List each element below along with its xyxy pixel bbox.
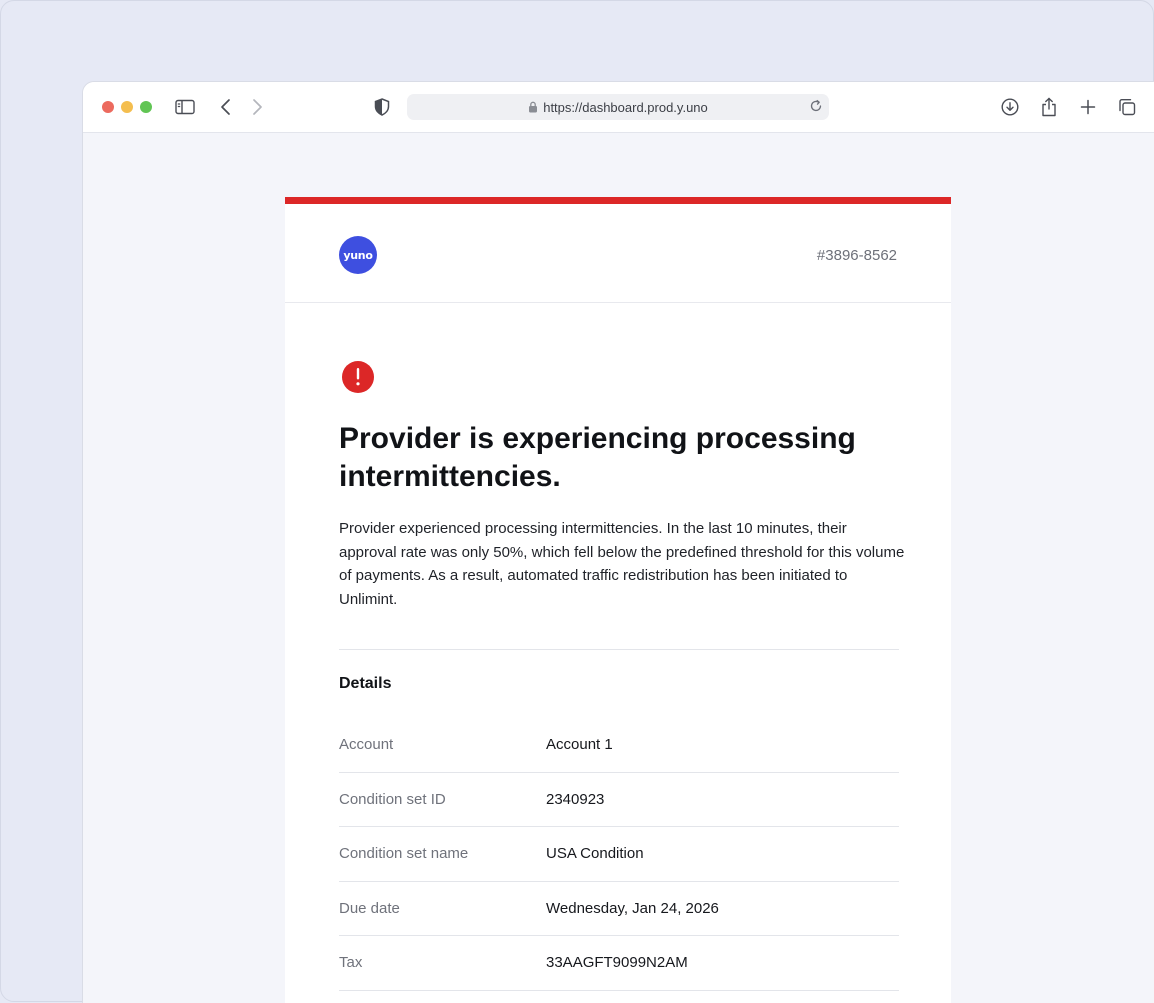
details-value: 33AAGFT9099N2AM	[546, 954, 688, 971]
card-header: yuno #3896-8562	[285, 204, 951, 303]
details-row: Account Account 1	[339, 718, 899, 773]
alert-title: Provider is experiencing processing inte…	[339, 422, 856, 493]
details-label: Condition set ID	[339, 790, 446, 808]
close-window-button[interactable]	[102, 101, 114, 113]
details-heading: Details	[339, 675, 392, 692]
window-backdrop: https://dashboard.prod.y.uno yuno #3896-…	[0, 0, 1154, 1003]
minimize-window-button[interactable]	[121, 101, 133, 113]
lock-icon	[528, 101, 538, 113]
details-row: Condition set name USA Condition	[339, 827, 899, 882]
maximize-window-button[interactable]	[140, 101, 152, 113]
details-label: Due date	[339, 899, 400, 917]
details-label: Account	[339, 736, 394, 753]
alert-description: Provider experienced processing intermit…	[339, 520, 905, 608]
sidebar-icon[interactable]	[174, 96, 196, 118]
details-value: Account 1	[546, 736, 613, 753]
forward-icon[interactable]	[246, 96, 268, 118]
shield-icon[interactable]	[371, 96, 393, 118]
new-tab-icon[interactable]	[1077, 96, 1099, 118]
back-icon[interactable]	[215, 96, 237, 118]
download-icon[interactable]	[999, 96, 1021, 118]
browser-toolbar: https://dashboard.prod.y.uno	[83, 82, 1154, 133]
details-value: Wednesday, Jan 24, 2026	[546, 899, 719, 917]
browser-window: https://dashboard.prod.y.uno yuno #3896-…	[82, 81, 1154, 1003]
section-divider	[339, 649, 899, 650]
alert-email-card: yuno #3896-8562 Provider is experiencing…	[285, 197, 951, 1003]
details-label: Tax	[339, 954, 363, 971]
address-bar[interactable]: https://dashboard.prod.y.uno	[407, 94, 829, 120]
logo-text: yuno	[343, 248, 373, 262]
details-value: 2340923	[546, 790, 605, 808]
details-row: Due date Wednesday, Jan 24, 2026	[339, 882, 899, 936]
details-label: Condition set name	[339, 845, 469, 862]
alert-icon	[342, 361, 374, 393]
url-text: https://dashboard.prod.y.uno	[543, 99, 708, 115]
details-value: USA Condition	[546, 845, 644, 862]
details-row: Tax 33AAGFT9099N2AM	[339, 936, 899, 991]
reload-icon[interactable]	[809, 99, 823, 113]
tabs-overview-icon[interactable]	[1116, 96, 1138, 118]
share-icon[interactable]	[1038, 96, 1060, 118]
card-accent-bar	[285, 197, 951, 204]
yuno-logo: yuno	[339, 236, 377, 274]
details-row: Condition set ID 2340923	[339, 773, 899, 827]
ticket-id: #3896-8562	[816, 247, 897, 264]
details-table: Account Account 1 Condition set ID 23409…	[339, 718, 899, 991]
